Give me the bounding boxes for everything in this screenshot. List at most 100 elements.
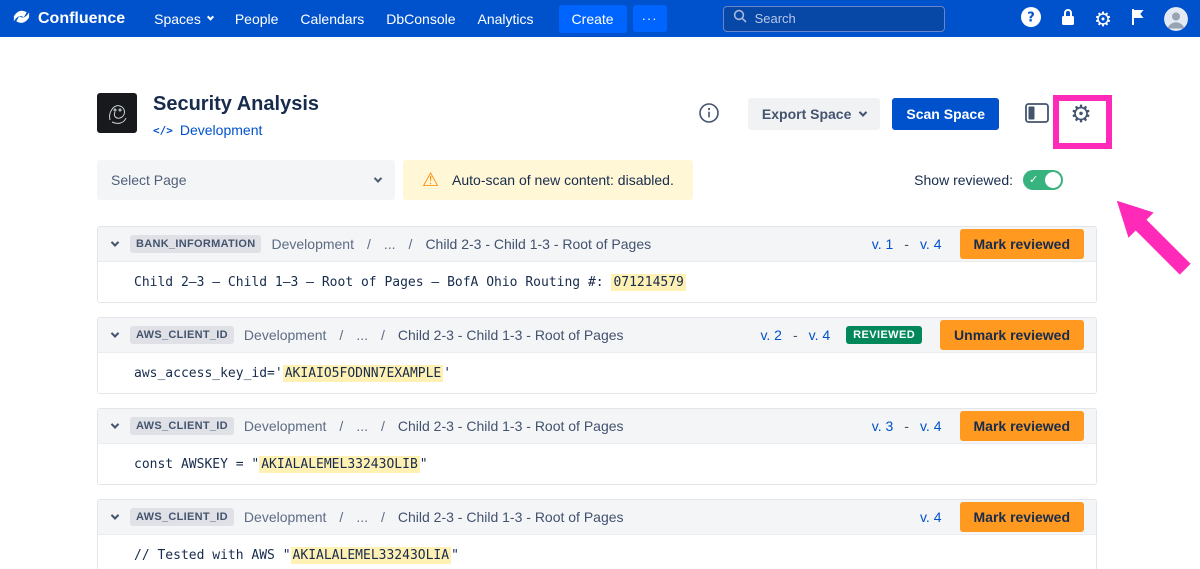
finding-row: AWS_CLIENT_ID Development / ... / Child … bbox=[97, 499, 1097, 569]
nav-item-spaces[interactable]: Spaces bbox=[154, 11, 213, 27]
expand-chevron-icon[interactable] bbox=[110, 423, 120, 429]
toolbar: Select Page ⚠ Auto-scan of new content: … bbox=[97, 160, 1097, 200]
version-from-link[interactable]: v. 3 bbox=[872, 418, 894, 434]
finding-header: BANK_INFORMATION Development / ... / Chi… bbox=[98, 227, 1096, 261]
finding-type-badge: BANK_INFORMATION bbox=[130, 235, 261, 253]
nav-item-people[interactable]: People bbox=[235, 11, 279, 27]
board-icon bbox=[1025, 103, 1049, 126]
mark-reviewed-button[interactable]: Mark reviewed bbox=[960, 502, 1085, 532]
breadcrumb-space: Development bbox=[271, 236, 354, 252]
gear-icon: ⚙ bbox=[1094, 9, 1112, 29]
breadcrumb-page: Child 2-3 - Child 1-3 - Root of Pages bbox=[398, 509, 624, 525]
help-button[interactable]: ? bbox=[1020, 6, 1042, 31]
warning-banner: ⚠ Auto-scan of new content: disabled. bbox=[403, 160, 693, 200]
page-select-dropdown[interactable]: Select Page bbox=[97, 160, 395, 200]
reviewed-badge: REVIEWED bbox=[846, 326, 922, 344]
expand-chevron-icon[interactable] bbox=[110, 514, 120, 520]
breadcrumb-space: Development bbox=[244, 509, 327, 525]
check-icon: ✓ bbox=[1029, 173, 1038, 186]
more-button[interactable]: ··· bbox=[633, 5, 667, 32]
finding-snippet: Child 2–3 – Child 1–3 – Root of Pages – … bbox=[98, 261, 1096, 302]
show-reviewed-toggle[interactable]: ✓ bbox=[1023, 170, 1063, 190]
breadcrumb-ellipsis: ... bbox=[384, 236, 396, 252]
info-button[interactable] bbox=[698, 102, 720, 127]
expand-chevron-icon[interactable] bbox=[110, 241, 120, 247]
nav-item-analytics[interactable]: Analytics bbox=[478, 11, 534, 27]
code-icon: </> bbox=[153, 124, 173, 137]
breadcrumb-space: Development bbox=[244, 418, 327, 434]
findings-list: BANK_INFORMATION Development / ... / Chi… bbox=[97, 226, 1097, 569]
page-title: Security Analysis bbox=[153, 93, 319, 116]
settings-button[interactable]: ⚙ bbox=[1094, 9, 1112, 29]
profile-button[interactable] bbox=[1164, 7, 1188, 31]
breadcrumb-page: Child 2-3 - Child 1-3 - Root of Pages bbox=[425, 236, 651, 252]
secret-highlight: AKIAIO5FODNN7EXAMPLE bbox=[283, 365, 444, 382]
version-to-link[interactable]: v. 4 bbox=[920, 236, 942, 252]
space-link[interactable]: Development bbox=[180, 122, 263, 138]
avatar bbox=[1164, 7, 1188, 31]
space-header: Security Analysis </> Development Export… bbox=[97, 93, 1097, 138]
create-button[interactable]: Create bbox=[559, 5, 627, 33]
breadcrumb-ellipsis: ... bbox=[356, 418, 368, 434]
svg-text:?: ? bbox=[1027, 11, 1035, 26]
chevron-down-icon bbox=[207, 14, 214, 21]
search-input[interactable] bbox=[755, 11, 935, 26]
finding-row: AWS_CLIENT_ID Development / ... / Child … bbox=[97, 408, 1097, 485]
finding-header: AWS_CLIENT_ID Development / ... / Child … bbox=[98, 318, 1096, 352]
brand[interactable]: Confluence bbox=[12, 7, 125, 31]
breadcrumb-ellipsis: ... bbox=[356, 509, 368, 525]
unmark-reviewed-button[interactable]: Unmark reviewed bbox=[940, 320, 1084, 350]
chevron-down-icon bbox=[374, 174, 382, 182]
scan-space-button[interactable]: Scan Space bbox=[892, 98, 999, 130]
finding-header: AWS_CLIENT_ID Development / ... / Child … bbox=[98, 409, 1096, 443]
warning-text: Auto-scan of new content: disabled. bbox=[452, 172, 674, 188]
toggle-knob bbox=[1045, 172, 1061, 188]
top-nav: Confluence Spaces People Calendars DbCon… bbox=[0, 0, 1200, 37]
page: Confluence Spaces People Calendars DbCon… bbox=[0, 0, 1200, 569]
flag-icon bbox=[1129, 7, 1147, 30]
mark-reviewed-button[interactable]: Mark reviewed bbox=[960, 229, 1085, 259]
finding-snippet: aws_access_key_id='AKIAIO5FODNN7EXAMPLE' bbox=[98, 352, 1096, 393]
finding-row: BANK_INFORMATION Development / ... / Chi… bbox=[97, 226, 1097, 303]
breadcrumb-page: Child 2-3 - Child 1-3 - Root of Pages bbox=[398, 327, 624, 343]
nav-item-calendars[interactable]: Calendars bbox=[300, 11, 364, 27]
version-from-link[interactable]: v. 2 bbox=[760, 327, 782, 343]
sidebar-toggle-button[interactable] bbox=[1021, 98, 1053, 130]
lock-button[interactable] bbox=[1059, 7, 1077, 30]
version-to-link[interactable]: v. 4 bbox=[920, 418, 942, 434]
search-icon bbox=[733, 9, 747, 28]
chevron-down-icon bbox=[859, 108, 867, 116]
finding-row: AWS_CLIENT_ID Development / ... / Child … bbox=[97, 317, 1097, 394]
info-icon bbox=[698, 102, 720, 127]
space-avatar bbox=[97, 93, 137, 133]
finding-header: AWS_CLIENT_ID Development / ... / Child … bbox=[98, 500, 1096, 534]
annotation-highlight-box bbox=[1053, 95, 1112, 149]
version-from-link[interactable]: v. 1 bbox=[872, 236, 894, 252]
breadcrumb-space: Development bbox=[244, 327, 327, 343]
annotation-arrow bbox=[1106, 190, 1196, 285]
show-reviewed-label: Show reviewed: bbox=[914, 172, 1013, 188]
export-space-button[interactable]: Export Space bbox=[748, 98, 880, 130]
nav-right-icons: ? ⚙ bbox=[1020, 6, 1188, 31]
mark-reviewed-button[interactable]: Mark reviewed bbox=[960, 411, 1085, 441]
breadcrumb-ellipsis: ... bbox=[356, 327, 368, 343]
flag-button[interactable] bbox=[1129, 7, 1147, 30]
finding-type-badge: AWS_CLIENT_ID bbox=[130, 326, 234, 344]
finding-snippet: const AWSKEY = "AKIALALEMEL33243OLIB" bbox=[98, 443, 1096, 484]
secret-highlight: AKIALALEMEL33243OLIB bbox=[259, 456, 420, 473]
finding-type-badge: AWS_CLIENT_ID bbox=[130, 508, 234, 526]
warning-icon: ⚠ bbox=[422, 171, 439, 190]
version-to-link[interactable]: v. 4 bbox=[809, 327, 831, 343]
version-to-link[interactable]: v. 4 bbox=[920, 509, 942, 525]
secret-highlight: AKIALALEMEL33243OLIA bbox=[291, 547, 452, 564]
breadcrumb-page: Child 2-3 - Child 1-3 - Root of Pages bbox=[398, 418, 624, 434]
lock-icon bbox=[1059, 7, 1077, 30]
finding-type-badge: AWS_CLIENT_ID bbox=[130, 417, 234, 435]
search-box[interactable] bbox=[723, 6, 945, 32]
brand-name: Confluence bbox=[38, 10, 125, 28]
confluence-logo-icon bbox=[12, 7, 31, 31]
nav-item-dbconsole[interactable]: DbConsole bbox=[386, 11, 455, 27]
secret-highlight: 071214579 bbox=[611, 274, 685, 291]
help-icon: ? bbox=[1020, 6, 1042, 31]
expand-chevron-icon[interactable] bbox=[110, 332, 120, 338]
